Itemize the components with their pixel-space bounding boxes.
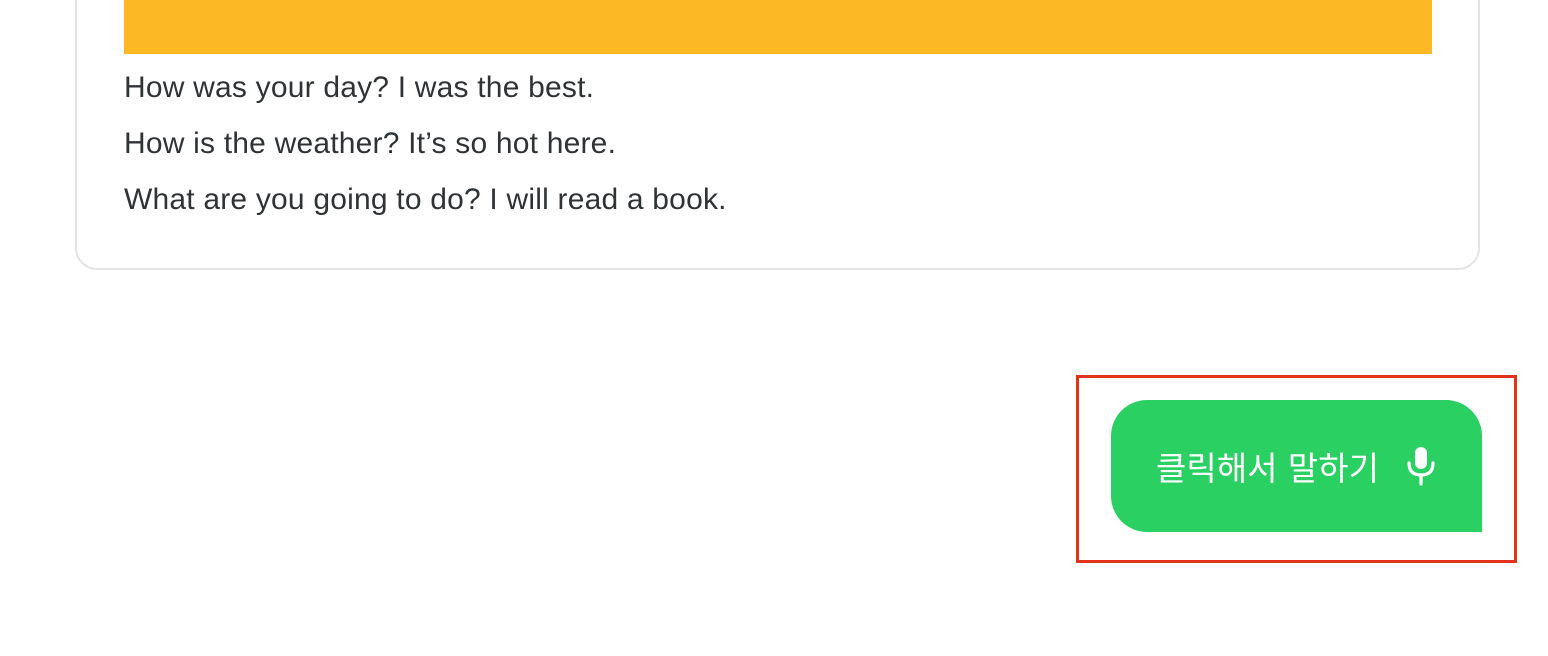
click-to-speak-button[interactable]: 클릭해서 말하기 <box>1111 400 1482 532</box>
sentence-list: How was your day? I was the best. How is… <box>124 60 727 228</box>
sentence-item: How is the weather? It’s so hot here. <box>124 127 617 160</box>
sentence-item: How was your day? I was the best. <box>124 71 595 104</box>
click-to-speak-label: 클릭해서 말하기 <box>1155 449 1379 488</box>
sentence-item: What are you going to do? I will read a … <box>124 183 727 216</box>
card-banner <box>124 0 1432 54</box>
microphone-icon <box>1405 446 1437 486</box>
